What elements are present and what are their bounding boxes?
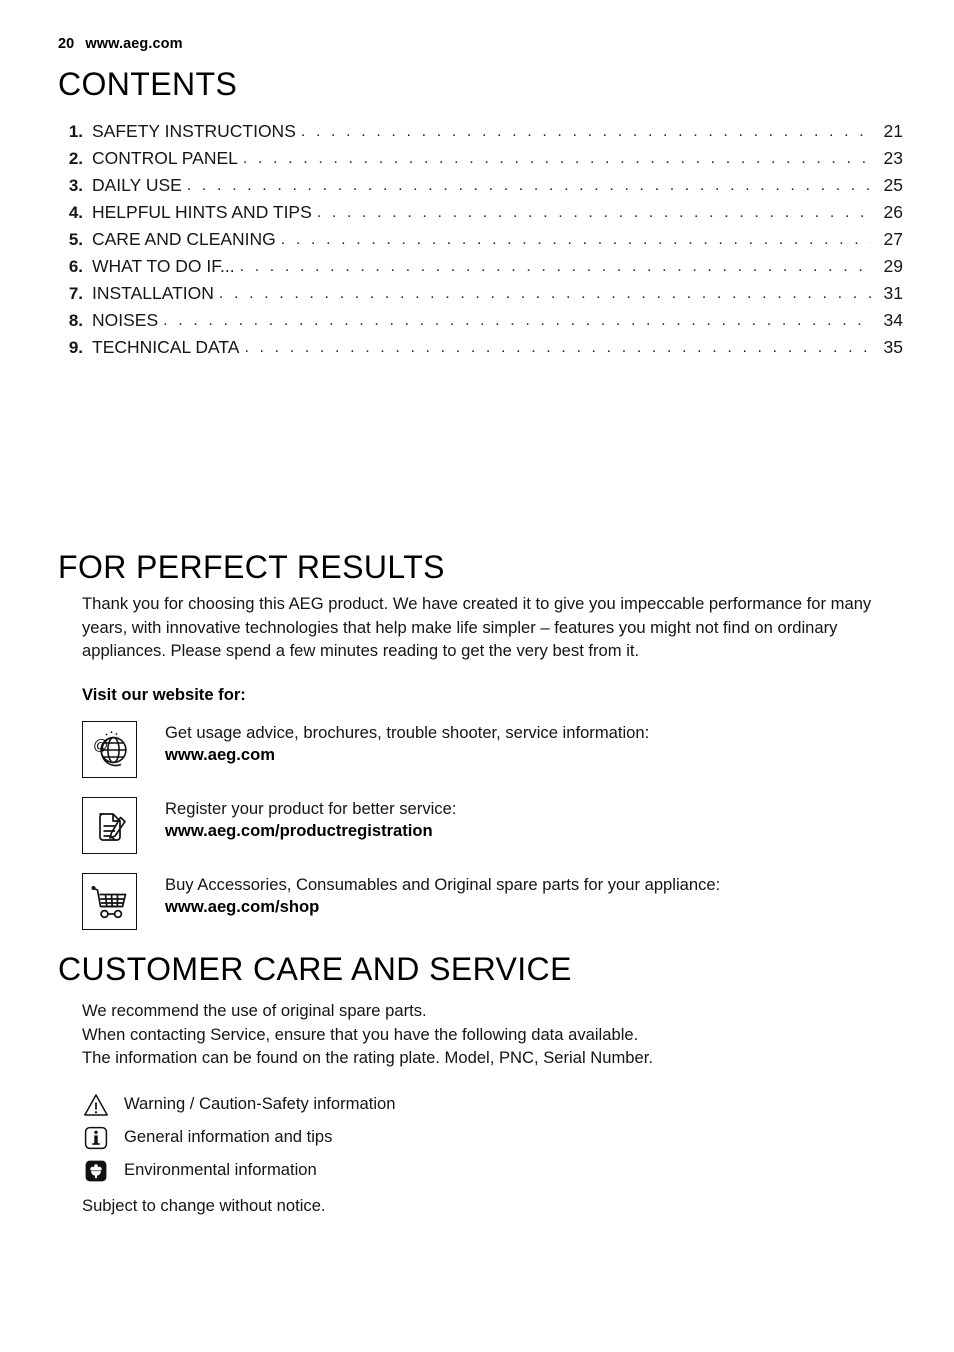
toc-entry-label: HELPFUL HINTS AND TIPS (92, 202, 312, 222)
toc-entry-number: 9. (68, 338, 83, 357)
shopping-cart-icon (82, 873, 137, 930)
toc-entry-page: 35 (883, 337, 903, 357)
website-link-url[interactable]: www.aeg.com (165, 744, 649, 766)
website-link-description: Buy Accessories, Consumables and Origina… (165, 875, 721, 894)
legend-row: General information and tips (82, 1121, 395, 1154)
header-website: www.aeg.com (85, 36, 183, 52)
subject-to-change-note: Subject to change without notice. (82, 1196, 326, 1215)
toc-entry-number: 8. (68, 311, 83, 330)
legend-label: General information and tips (124, 1127, 333, 1147)
toc-dot-leader: . . . . . . . . . . . . . . . . . . . . … (218, 285, 871, 302)
visit-website-label: Visit our website for: (82, 685, 246, 704)
running-header: 20 www.aeg.com (58, 36, 183, 52)
website-link-row: @ Get usage advice, brochures, trouble s… (82, 721, 902, 797)
toc-entry-label: CARE AND CLEANING (92, 229, 276, 249)
environment-flower-icon (82, 1158, 110, 1184)
toc-entry-number: 1. (68, 122, 83, 141)
toc-entry[interactable]: 9. TECHNICAL DATA. . . . . . . . . . . . … (58, 334, 903, 361)
toc-entry-number: 6. (68, 257, 83, 276)
website-link-text: Get usage advice, brochures, trouble sho… (165, 721, 649, 766)
toc-entry-page: 23 (883, 148, 903, 168)
page-number: 20 (58, 36, 75, 52)
info-square-icon (82, 1125, 110, 1151)
legend-label: Environmental information (124, 1160, 317, 1180)
toc-entry-label: CONTROL PANEL (92, 148, 238, 168)
website-link-description: Register your product for better service… (165, 799, 457, 818)
customer-care-line: When contacting Service, ensure that you… (82, 1024, 639, 1044)
toc-dot-leader: . . . . . . . . . . . . . . . . . . . . … (186, 177, 871, 194)
toc-entry-label: WHAT TO DO IF... (92, 256, 235, 276)
customer-care-line: The information can be found on the rati… (82, 1048, 653, 1067)
toc-entry[interactable]: 3. DAILY USE. . . . . . . . . . . . . . .… (58, 172, 903, 199)
for-perfect-results-paragraph: Thank you for choosing this AEG product.… (82, 594, 872, 660)
toc-entry-label: SAFETY INSTRUCTIONS (92, 121, 296, 141)
toc-entry-page: 27 (883, 229, 903, 249)
website-link-description: Get usage advice, brochures, trouble sho… (165, 723, 650, 742)
legend-row: Warning / Caution-Safety information (82, 1088, 395, 1121)
toc-entry-number: 7. (68, 284, 83, 303)
toc-entry[interactable]: 7. INSTALLATION. . . . . . . . . . . . . … (58, 280, 903, 307)
toc-entry-number: 4. (68, 203, 83, 222)
toc-dot-leader: . . . . . . . . . . . . . . . . . . . . … (244, 339, 871, 356)
website-link-url[interactable]: www.aeg.com/shop (165, 896, 720, 918)
contents-heading: CONTENTS (58, 66, 238, 102)
customer-care-line: We recommend the use of original spare p… (82, 1001, 427, 1020)
toc-entry-number: 5. (68, 230, 83, 249)
legend-row: Environmental information (82, 1154, 395, 1187)
toc-entry-page: 34 (883, 310, 903, 330)
symbol-legend: Warning / Caution-Safety information Gen… (82, 1088, 395, 1187)
toc-entry[interactable]: 4. HELPFUL HINTS AND TIPS. . . . . . . . … (58, 199, 903, 226)
toc-entry-label: DAILY USE (92, 175, 182, 195)
toc-dot-leader: . . . . . . . . . . . . . . . . . . . . … (300, 123, 871, 140)
website-link-row: Buy Accessories, Consumables and Origina… (82, 873, 902, 949)
toc-dot-leader: . . . . . . . . . . . . . . . . . . . . … (316, 204, 871, 221)
website-link-row: Register your product for better service… (82, 797, 902, 873)
toc-entry-number: 3. (68, 176, 83, 195)
website-link-text: Buy Accessories, Consumables and Origina… (165, 873, 720, 918)
customer-care-paragraph: We recommend the use of original spare p… (82, 999, 902, 1070)
toc-entry-label: INSTALLATION (92, 283, 214, 303)
website-link-url[interactable]: www.aeg.com/productregistration (165, 820, 456, 842)
toc-dot-leader: . . . . . . . . . . . . . . . . . . . . … (239, 258, 871, 275)
toc-entry[interactable]: 2. CONTROL PANEL. . . . . . . . . . . . .… (58, 145, 903, 172)
toc-entry-label: TECHNICAL DATA (92, 337, 240, 357)
toc-entry-page: 31 (883, 283, 903, 303)
toc-dot-leader: . . . . . . . . . . . . . . . . . . . . … (163, 312, 871, 329)
toc-dot-leader: . . . . . . . . . . . . . . . . . . . . … (280, 231, 871, 248)
legend-label: Warning / Caution-Safety information (124, 1094, 396, 1114)
toc-entry-label: NOISES (92, 310, 159, 330)
warning-triangle-icon (82, 1092, 110, 1118)
website-links-list: @ Get usage advice, brochures, trouble s… (82, 721, 902, 949)
svg-text:@: @ (93, 737, 108, 754)
toc-entry[interactable]: 8. NOISES. . . . . . . . . . . . . . . . … (58, 307, 903, 334)
globe-at-icon: @ (82, 721, 137, 778)
toc-entry[interactable]: 5. CARE AND CLEANING. . . . . . . . . . .… (58, 226, 903, 253)
table-of-contents: 1. SAFETY INSTRUCTIONS. . . . . . . . . .… (58, 118, 903, 361)
toc-entry[interactable]: 1. SAFETY INSTRUCTIONS. . . . . . . . . .… (58, 118, 903, 145)
document-pen-icon (82, 797, 137, 854)
document-page: 20 www.aeg.com CONTENTS 1. SAFETY INSTRUC… (0, 0, 954, 1352)
for-perfect-results-heading: FOR PERFECT RESULTS (58, 549, 445, 585)
toc-entry-page: 29 (883, 256, 903, 276)
toc-entry-number: 2. (68, 149, 83, 168)
toc-entry[interactable]: 6. WHAT TO DO IF.... . . . . . . . . . . … (58, 253, 903, 280)
toc-entry-page: 21 (883, 121, 903, 141)
toc-dot-leader: . . . . . . . . . . . . . . . . . . . . … (242, 150, 871, 167)
website-link-text: Register your product for better service… (165, 797, 456, 842)
toc-entry-page: 26 (883, 202, 903, 222)
toc-entry-page: 25 (883, 175, 903, 195)
customer-care-heading: CUSTOMER CARE AND SERVICE (58, 951, 572, 987)
